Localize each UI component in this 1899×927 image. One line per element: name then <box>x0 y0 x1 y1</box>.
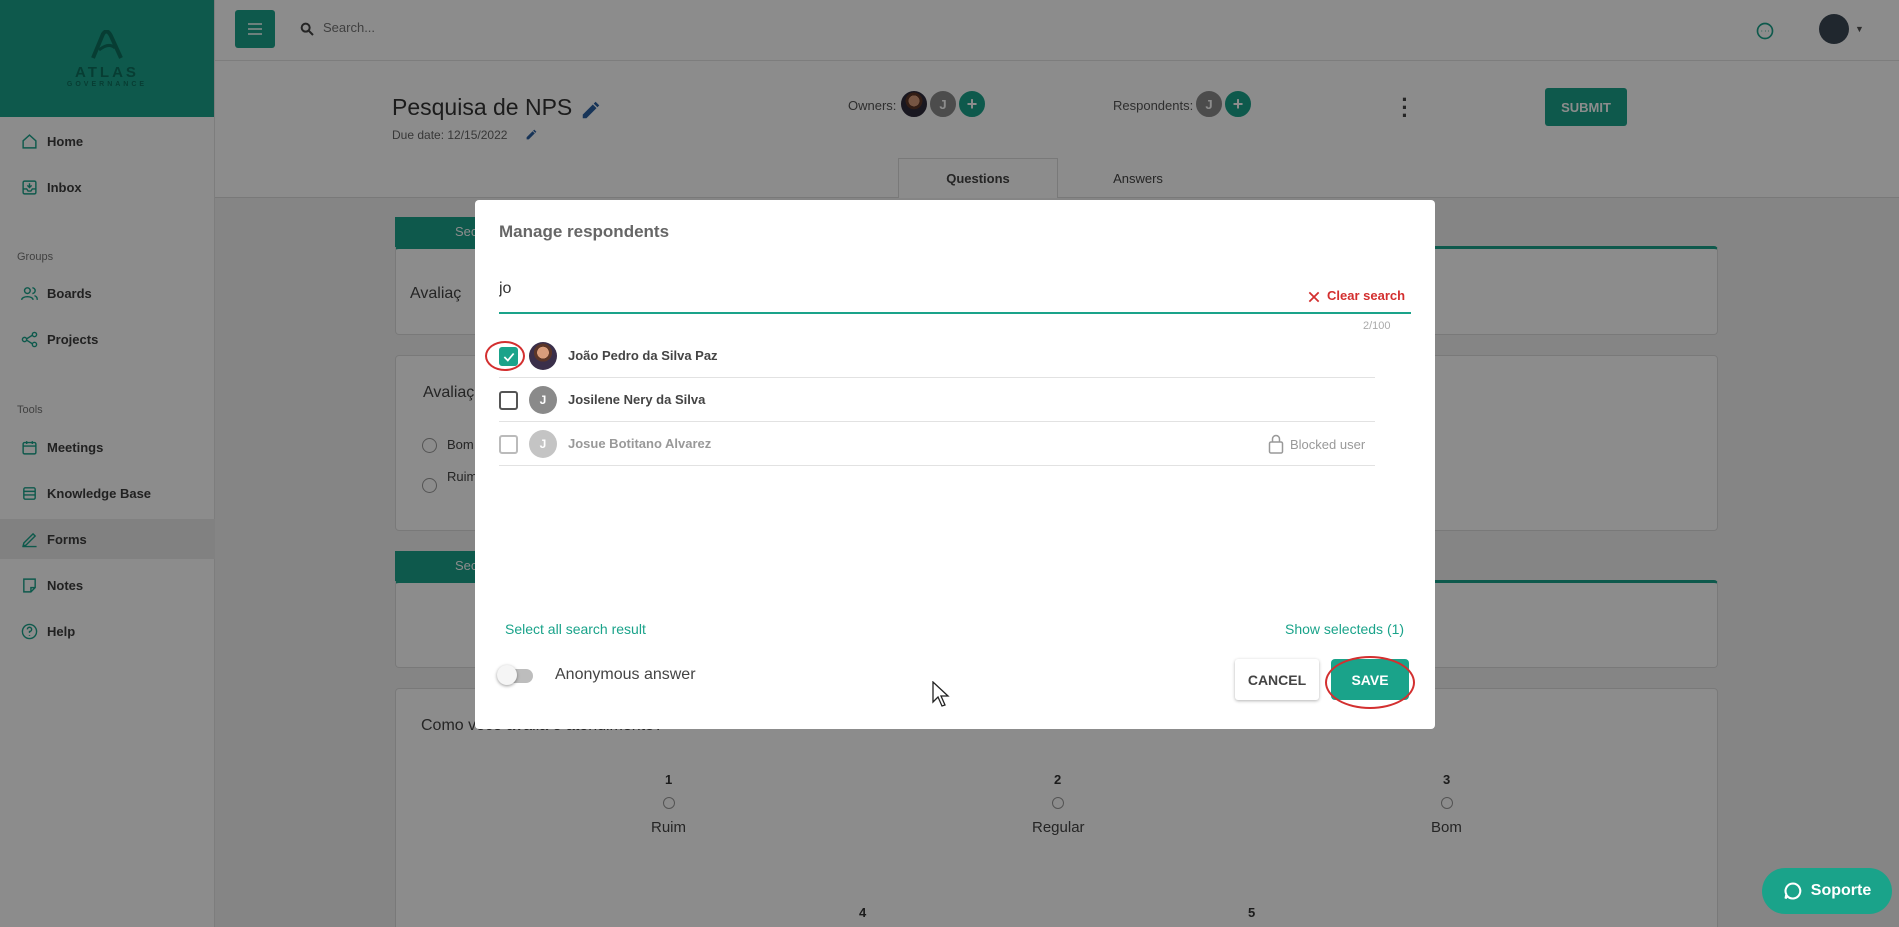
anonymous-answer-label: Anonymous answer <box>555 666 696 683</box>
support-chat-button[interactable]: Soporte <box>1762 868 1892 914</box>
cancel-button[interactable]: CANCEL <box>1235 659 1319 700</box>
respondent-row[interactable]: J Josilene Nery da Silva <box>499 378 1375 422</box>
search-char-counter: 2/100 <box>1363 320 1391 332</box>
show-selected-link[interactable]: Show selecteds (1) <box>1285 621 1404 637</box>
respondent-name: João Pedro da Silva Paz <box>568 348 718 363</box>
highlight-ring <box>485 341 525 371</box>
speech-bubble-icon <box>1784 882 1802 900</box>
lock-icon <box>1268 434 1284 454</box>
respondent-checkbox[interactable] <box>499 391 518 410</box>
respondent-avatar-photo <box>529 342 557 370</box>
respondent-name: Josue Botitano Alvarez <box>568 436 712 451</box>
mouse-cursor-icon <box>932 681 950 707</box>
respondent-row[interactable]: João Pedro da Silva Paz <box>499 334 1375 378</box>
respondent-avatar: J <box>529 430 557 458</box>
respondent-search-input[interactable] <box>499 280 1199 298</box>
search-underline <box>499 312 1411 314</box>
close-icon[interactable] <box>1307 290 1321 304</box>
select-all-search-result-link[interactable]: Select all search result <box>505 621 646 637</box>
respondent-name: Josilene Nery da Silva <box>568 392 706 407</box>
respondent-checkbox-disabled <box>499 435 518 454</box>
respondent-avatar: J <box>529 386 557 414</box>
manage-respondents-dialog: Manage respondents Clear search 2/100 Jo… <box>475 200 1435 729</box>
respondent-row-blocked: J Josue Botitano Alvarez Blocked user <box>499 422 1375 466</box>
support-label: Soporte <box>1810 882 1872 899</box>
clear-search-button[interactable]: Clear search <box>1327 288 1405 303</box>
anonymous-toggle-knob[interactable] <box>497 665 517 685</box>
blocked-user-label: Blocked user <box>1290 437 1366 452</box>
dialog-title: Manage respondents <box>499 222 670 241</box>
highlight-ring <box>1325 656 1415 709</box>
